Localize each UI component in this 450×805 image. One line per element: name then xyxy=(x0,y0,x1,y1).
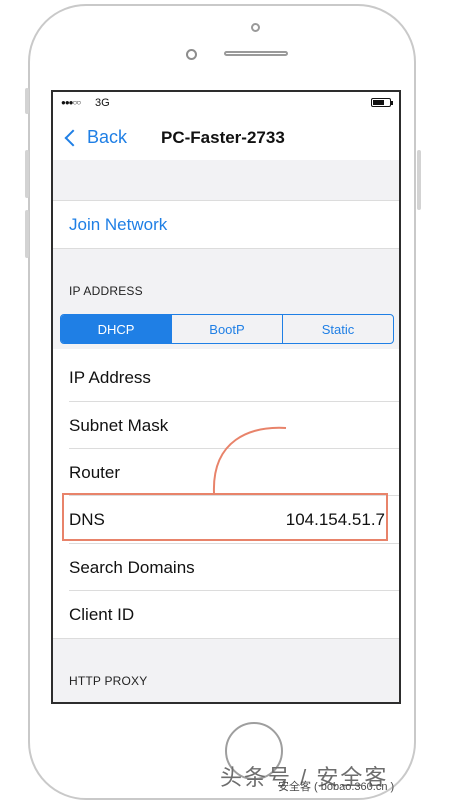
segment-static[interactable]: Static xyxy=(282,315,393,343)
row-label: Router xyxy=(69,463,121,482)
mute-switch xyxy=(25,88,29,114)
list-item-subnet-mask[interactable]: Subnet Mask xyxy=(53,402,399,449)
navigation-bar: Back PC-Faster-2733 xyxy=(53,116,399,160)
settings-screen: ●●●○○ 3G Back PC-Faster-2733 Join Networ… xyxy=(51,90,401,704)
join-network-link[interactable]: Join Network xyxy=(69,215,167,235)
volume-up-button xyxy=(25,150,29,198)
earpiece-speaker xyxy=(224,51,288,56)
list-item-client-id[interactable]: Client ID xyxy=(53,591,399,638)
segment-bootp[interactable]: BootP xyxy=(171,315,282,343)
ip-address-section-header: IP ADDRESS xyxy=(69,284,143,298)
front-camera-icon xyxy=(186,49,197,60)
signal-strength-icon: ●●●○○ xyxy=(61,98,81,107)
segment-dhcp[interactable]: DHCP xyxy=(61,315,171,343)
list-item-router[interactable]: Router xyxy=(53,449,399,496)
list-item-search-domains[interactable]: Search Domains xyxy=(53,544,399,591)
http-proxy-section-header: HTTP PROXY xyxy=(69,674,148,688)
back-button[interactable]: Back xyxy=(63,127,127,148)
ip-mode-segmented-control[interactable]: DHCP BootP Static xyxy=(60,314,394,344)
row-label: IP Address xyxy=(69,368,151,387)
carrier-label: 3G xyxy=(95,97,110,109)
battery-icon xyxy=(371,98,393,107)
power-button xyxy=(417,150,421,210)
volume-down-button xyxy=(25,210,29,258)
row-label: Search Domains xyxy=(69,558,195,577)
row-label: Subnet Mask xyxy=(69,416,169,435)
page-title: PC-Faster-2733 xyxy=(161,128,285,147)
dns-highlight-annotation xyxy=(62,493,388,541)
back-button-label: Back xyxy=(87,127,128,147)
list-item-ip-address[interactable]: IP Address xyxy=(53,354,399,401)
http-proxy-band xyxy=(53,639,399,702)
proximity-sensor xyxy=(251,23,260,32)
watermark-subtext: 安全客 ( bobao.360.cn ) xyxy=(278,781,395,793)
join-network-row[interactable]: Join Network xyxy=(53,201,399,248)
row-label: Client ID xyxy=(69,605,135,624)
status-bar: ●●●○○ 3G xyxy=(53,92,399,114)
chevron-left-icon xyxy=(64,129,82,146)
section-gap xyxy=(53,160,399,200)
